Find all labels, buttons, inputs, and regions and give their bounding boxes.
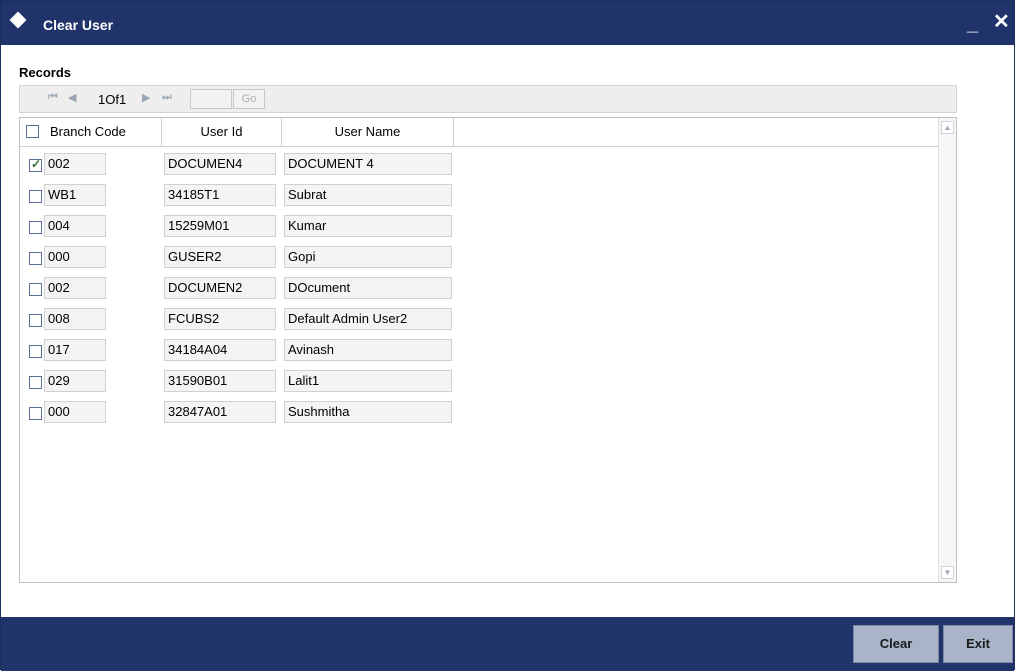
row-checkbox[interactable] xyxy=(29,221,42,234)
user-id-cell: 31590B01 xyxy=(164,370,276,392)
table-row[interactable]: 002 DOCUMEN2 DOcument xyxy=(20,272,938,302)
row-checkbox[interactable] xyxy=(29,157,42,172)
branch-code-cell: 004 xyxy=(44,215,106,237)
user-id-cell: 34184A04 xyxy=(164,339,276,361)
user-name-cell: Kumar xyxy=(284,215,452,237)
user-id-cell: 34185T1 xyxy=(164,184,276,206)
branch-code-cell: 008 xyxy=(44,308,106,330)
go-button[interactable]: Go xyxy=(233,89,265,109)
next-page-icon[interactable]: ▶ xyxy=(142,91,150,104)
clear-button[interactable]: Clear xyxy=(853,625,939,663)
pager-toolbar: ⏮ ◀ 1Of1 ▶ ⏭ Go xyxy=(19,85,957,113)
user-id-cell: FCUBS2 xyxy=(164,308,276,330)
vertical-scrollbar[interactable]: ▲ ▼ xyxy=(938,118,956,582)
close-button[interactable]: ✕ xyxy=(993,9,1010,34)
user-name-cell: Avinash xyxy=(284,339,452,361)
minimize-button[interactable]: _ xyxy=(967,13,978,36)
last-page-icon[interactable]: ⏭ xyxy=(162,91,172,104)
table-row[interactable]: 017 34184A04 Avinash xyxy=(20,334,938,364)
row-checkbox[interactable] xyxy=(29,283,42,296)
branch-code-cell: 017 xyxy=(44,339,106,361)
user-name-cell: Lalit1 xyxy=(284,370,452,392)
user-name-cell: Gopi xyxy=(284,246,452,268)
table-row[interactable]: 004 15259M01 Kumar xyxy=(20,210,938,240)
branch-code-cell: 002 xyxy=(44,277,106,299)
user-id-cell: 32847A01 xyxy=(164,401,276,423)
page-number-input[interactable] xyxy=(190,89,232,109)
user-name-cell: Default Admin User2 xyxy=(284,308,452,330)
header-branch-code: Branch Code xyxy=(50,124,126,139)
header-branch-code-cell: Branch Code xyxy=(20,118,162,146)
user-id-cell: 15259M01 xyxy=(164,215,276,237)
table-row[interactable]: 029 31590B01 Lalit1 xyxy=(20,365,938,395)
diamond-icon xyxy=(9,11,27,29)
row-checkbox[interactable] xyxy=(29,190,42,203)
footer-bar: Clear Exit xyxy=(1,617,1014,671)
row-checkbox[interactable] xyxy=(29,252,42,265)
grid-header: Branch Code User Id User Name xyxy=(20,118,938,147)
user-name-cell: DOcument xyxy=(284,277,452,299)
branch-code-cell: WB1 xyxy=(44,184,106,206)
branch-code-cell: 000 xyxy=(44,401,106,423)
first-page-icon[interactable]: ⏮ xyxy=(48,91,58,104)
window-title: Clear User xyxy=(43,17,114,33)
user-name-cell: Subrat xyxy=(284,184,452,206)
user-id-cell: DOCUMEN4 xyxy=(164,153,276,175)
exit-button[interactable]: Exit xyxy=(943,625,1013,663)
records-label: Records xyxy=(19,65,72,80)
records-grid: Branch Code User Id User Name 002 DOCUMEN… xyxy=(19,117,957,583)
user-id-cell: DOCUMEN2 xyxy=(164,277,276,299)
row-checkbox[interactable] xyxy=(29,314,42,327)
header-user-id: User Id xyxy=(162,118,282,146)
header-user-name: User Name xyxy=(282,118,454,146)
user-id-cell: GUSER2 xyxy=(164,246,276,268)
branch-code-cell: 002 xyxy=(44,153,106,175)
user-name-cell: DOCUMENT 4 xyxy=(284,153,452,175)
table-row[interactable]: 008 FCUBS2 Default Admin User2 xyxy=(20,303,938,333)
table-row[interactable]: WB1 34185T1 Subrat xyxy=(20,179,938,209)
clear-user-window: Clear User _ ✕ Records ⏮ ◀ 1Of1 ▶ ⏭ Go B… xyxy=(0,0,1015,671)
title-bar: Clear User _ ✕ xyxy=(1,1,1014,45)
page-info: 1Of1 xyxy=(98,92,127,107)
scroll-down-icon[interactable]: ▼ xyxy=(941,566,954,579)
branch-code-cell: 029 xyxy=(44,370,106,392)
row-checkbox[interactable] xyxy=(29,407,42,420)
table-row[interactable]: 000 GUSER2 Gopi xyxy=(20,241,938,271)
row-checkbox[interactable] xyxy=(29,345,42,358)
row-checkbox[interactable] xyxy=(29,376,42,389)
branch-code-cell: 000 xyxy=(44,246,106,268)
prev-page-icon[interactable]: ◀ xyxy=(68,91,76,104)
table-row[interactable]: 002 DOCUMEN4 DOCUMENT 4 xyxy=(20,148,938,178)
user-name-cell: Sushmitha xyxy=(284,401,452,423)
select-all-checkbox[interactable] xyxy=(26,125,39,138)
scroll-up-icon[interactable]: ▲ xyxy=(941,121,954,134)
table-row[interactable]: 000 32847A01 Sushmitha xyxy=(20,396,938,426)
